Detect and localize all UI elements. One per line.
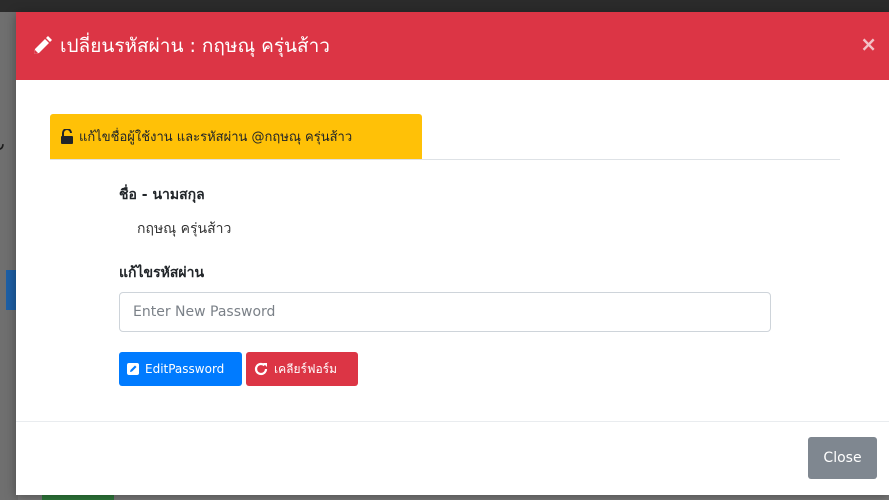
password-label: แก้ไขรหัสผ่าน [119,265,205,281]
clear-form-label: เคลียร์ฟอร์ม [274,361,338,376]
footer-divider [16,421,889,422]
clear-form-button[interactable]: เคลียร์ฟอร์ม [246,352,358,386]
fullname-label: ชื่อ - นามสกุล [119,187,205,203]
edit-square-icon [127,363,139,375]
edit-password-button[interactable]: EditPassword [119,352,242,386]
fullname-value: กฤษณุ ครุ่นส้าว [137,221,232,237]
background-button-fragment [6,270,16,310]
modal-title: เปลี่ยนรหัสผ่าน : กฤษณุ ครุ่นส้าว [60,35,330,57]
change-password-modal: เปลี่ยนรหัสผ่าน : กฤษณุ ครุ่นส้าว × แก้ไ… [16,12,889,495]
tab-label: แก้ไขชื่อผู้ใช้งาน และรหัสผ่าน @กฤษณุ คร… [79,130,353,145]
new-password-input[interactable] [119,292,771,332]
tab-edit-user[interactable]: แก้ไขชื่อผู้ใช้งาน และรหัสผ่าน @กฤษณุ คร… [50,114,422,159]
tab-bar: แก้ไขชื่อผู้ใช้งาน และรหัสผ่าน @กฤษณุ คร… [50,114,840,160]
pencil-icon [32,35,54,57]
edit-password-label: EditPassword [145,362,225,376]
close-button[interactable]: Close [808,437,877,479]
modal-header: เปลี่ยนรหัสผ่าน : กฤษณุ ครุ่นส้าว × [16,12,889,80]
close-icon[interactable]: × [860,32,877,56]
refresh-icon [254,362,268,376]
background-topbar [0,0,889,12]
unlock-icon [60,129,74,144]
